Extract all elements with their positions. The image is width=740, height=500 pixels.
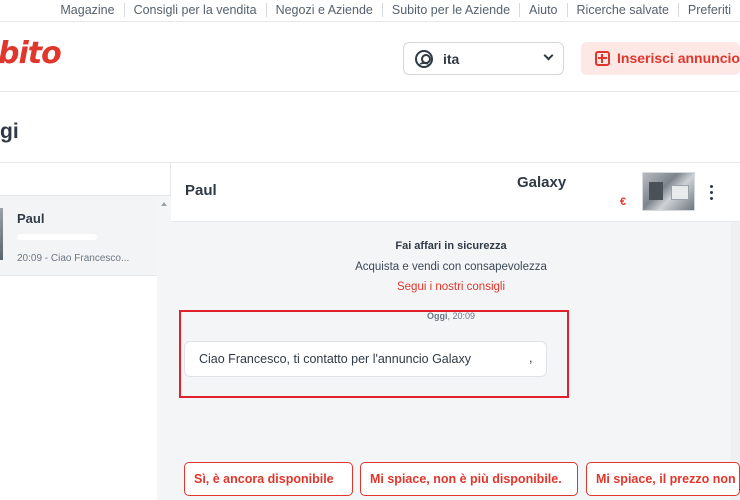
safety-tips-link[interactable]: Segui i nostri consigli: [171, 281, 731, 293]
quick-reply-available[interactable]: Sì, è ancora disponibile: [184, 462, 353, 496]
page-title: gi: [0, 120, 19, 143]
site-header: bito ita Inserisci annuncio: [0, 22, 740, 92]
user-circle-icon: [415, 50, 433, 68]
ad-thumbnail[interactable]: [642, 172, 695, 211]
ad-price: €: [620, 196, 627, 208]
safety-subtitle: Acquista e vendi con consapevolezza: [355, 261, 547, 273]
conversation-list-header: [0, 163, 170, 196]
message-text: Ciao Francesco, ti contatto per l'annunc…: [199, 352, 471, 366]
kebab-menu-icon[interactable]: [710, 185, 714, 201]
top-link-aziende[interactable]: Subito per le Aziende: [381, 3, 519, 17]
quick-reply-price[interactable]: Mi spiace, il prezzo non: [586, 462, 740, 496]
insert-ad-button[interactable]: Inserisci annuncio: [581, 42, 740, 75]
scroll-up-icon[interactable]: [161, 202, 167, 206]
chat-scrollbar[interactable]: [731, 222, 740, 500]
top-link-negozi[interactable]: Negozi e Aziende: [265, 3, 382, 17]
conversation-item[interactable]: Paul 20:09 - Ciao Francesco...: [0, 196, 157, 276]
redacted-text: [17, 234, 97, 240]
chevron-down-icon: [543, 50, 554, 61]
top-link-aiuto[interactable]: Aiuto: [519, 3, 567, 17]
language-label: ita: [443, 51, 460, 67]
conversation-list: Paul 20:09 - Ciao Francesco...: [0, 162, 171, 500]
quick-reply-unavailable[interactable]: Mi spiace, non è più disponibile.: [360, 462, 578, 496]
conversation-scrollbar[interactable]: [157, 196, 171, 500]
message-bubble: Ciao Francesco, ti contatto per l'annunc…: [184, 341, 547, 377]
top-links-bar: Magazine Consigli per la vendita Negozi …: [0, 0, 740, 22]
conversation-preview: 20:09 - Ciao Francesco...: [17, 253, 130, 264]
chat-header: Paul Galaxy €: [171, 162, 740, 222]
ad-title[interactable]: Galaxy: [517, 174, 566, 191]
conversation-thumbnail: [0, 208, 3, 260]
message-trail: ,: [529, 351, 533, 365]
language-selector[interactable]: ita: [403, 42, 564, 75]
top-link-ricerche[interactable]: Ricerche salvate: [566, 3, 678, 17]
plus-square-icon: [595, 51, 610, 66]
logo[interactable]: bito: [0, 36, 62, 71]
conversation-name: Paul: [17, 211, 45, 226]
chat-body: Fai affari in sicurezza Acquista e vendi…: [171, 222, 740, 500]
insert-ad-label: Inserisci annuncio: [617, 50, 740, 66]
top-link-consigli[interactable]: Consigli per la vendita: [123, 3, 266, 17]
top-link-magazine[interactable]: Magazine: [51, 3, 123, 17]
safety-title: Fai affari in sicurezza: [395, 240, 507, 252]
top-link-preferiti[interactable]: Preferiti: [677, 3, 740, 17]
chat-contact-name: Paul: [185, 182, 217, 199]
